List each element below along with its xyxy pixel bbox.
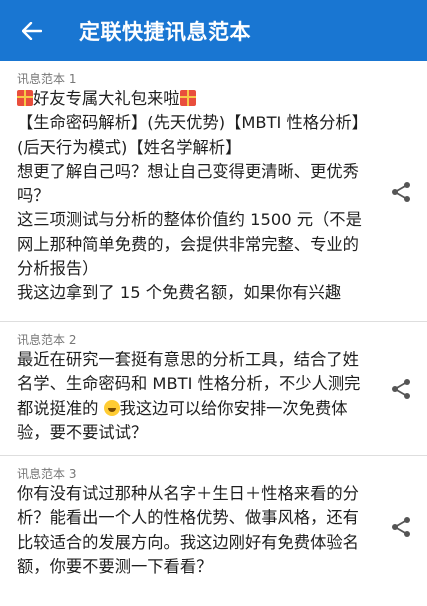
template-text: 好友专属大礼包来啦 【生命密码解析】(先天优势)【MBTI 性格分析】(后天行为… — [17, 87, 365, 306]
template-card[interactable]: 讯息范本 1 好友专属大礼包来啦 【生命密码解析】(先天优势)【MBTI 性格分… — [0, 61, 427, 322]
page-title: 定联快捷讯息范本 — [79, 19, 251, 44]
share-icon[interactable] — [390, 181, 412, 203]
gift-emoji-icon — [17, 90, 33, 106]
template-card[interactable]: 讯息范本 2 最近在研究一套挺有意思的分析工具，结合了姓名学、生命密码和 MBT… — [0, 322, 427, 456]
template-label: 讯息范本 2 — [17, 333, 77, 347]
template-card[interactable]: 讯息范本 3 你有没有试过那种从名字＋生日＋性格来看的分析？能看出一个人的性格优… — [0, 456, 427, 606]
template-text-rest: 【生命密码解析】(先天优势)【MBTI 性格分析】(后天行为模式)【姓名学解析】… — [17, 113, 362, 303]
template-text-line1: 好友专属大礼包来啦 — [33, 89, 180, 108]
template-list: 讯息范本 1 好友专属大礼包来啦 【生命密码解析】(先天优势)【MBTI 性格分… — [0, 61, 427, 606]
share-icon[interactable] — [390, 516, 412, 538]
smile-emoji-icon — [103, 399, 120, 416]
template-label: 讯息范本 3 — [17, 467, 77, 481]
template-label: 讯息范本 1 — [17, 72, 77, 86]
gift-emoji-icon — [179, 90, 196, 106]
template-text: 你有没有试过那种从名字＋生日＋性格来看的分析？能看出一个人的性格优势、做事风格，… — [17, 484, 359, 576]
arrow-left-icon — [22, 21, 42, 40]
template-text: 最近在研究一套挺有意思的分析工具，结合了姓名学、生命密码和 MBTI 性格分析，… — [17, 348, 365, 445]
back-button[interactable] — [21, 20, 43, 42]
share-icon[interactable] — [390, 378, 412, 400]
app-bar: 定联快捷讯息范本 — [0, 0, 427, 61]
